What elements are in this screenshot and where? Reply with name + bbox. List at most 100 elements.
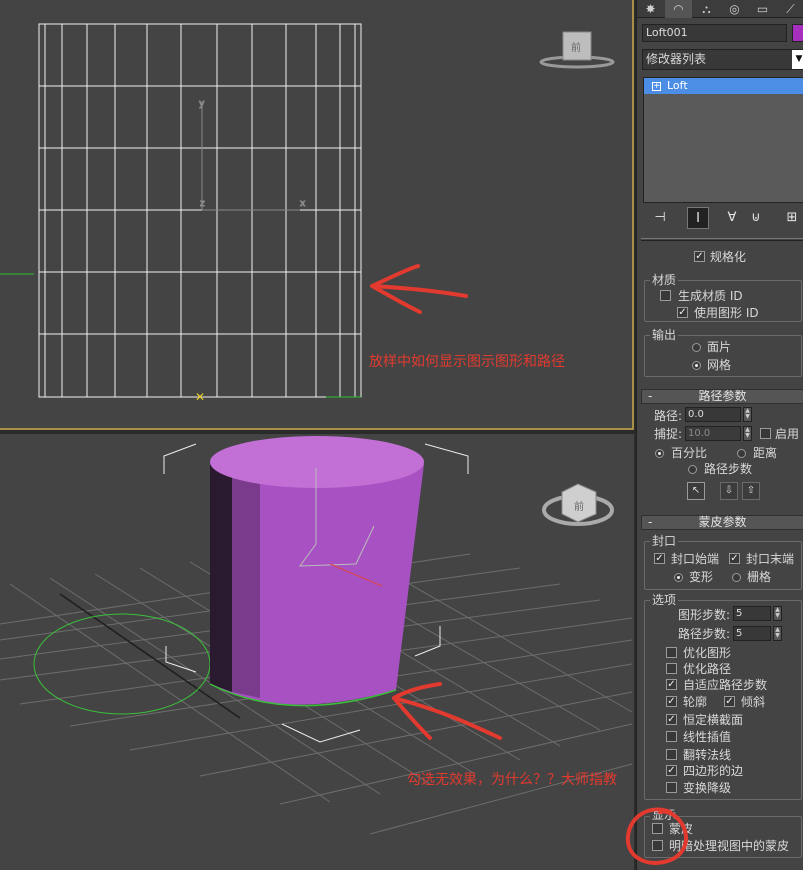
annotation-arrow-top [370, 264, 468, 314]
object-color-swatch[interactable] [792, 24, 803, 42]
output-patch-label: 面片 [707, 340, 732, 354]
distance-radio[interactable] [737, 449, 746, 458]
generate-material-id-label: 生成材质 ID [678, 289, 743, 303]
output-group-label: 输出 [650, 328, 679, 342]
stack-toolbar: ⊣ Ⅰ ∀ ⊍ ⊞ [645, 207, 803, 229]
output-patch-radio[interactable] [692, 343, 701, 352]
snap-value-field[interactable]: 10.0 [685, 426, 741, 441]
banking-label: 倾斜 [741, 695, 766, 709]
snap-spinner[interactable]: ▲ ▼ [743, 426, 752, 441]
make-unique-icon[interactable]: ∀ [721, 207, 743, 229]
skin-params-title: 蒙皮参数 [698, 515, 747, 529]
cap-end-label: 封口末端 [746, 552, 795, 566]
skin-params-rollout-header[interactable]: - 蒙皮参数 [641, 515, 803, 530]
viewcube-label-persp: 前 [574, 500, 584, 513]
skin-path-steps-spinner[interactable]: ▲ ▼ [773, 626, 782, 641]
utilities-tab-icon[interactable]: ⟋ [777, 0, 803, 18]
adaptive-path-steps-label: 自适应路径步数 [683, 678, 768, 692]
skin-path-steps-label: 路径步数: [678, 627, 731, 641]
path-value-field[interactable]: 0.0 [685, 407, 741, 422]
snap-label: 捕捉: [654, 427, 683, 441]
create-tab-icon[interactable]: ✸ [637, 0, 664, 18]
annotation-arrow-bottom [392, 682, 502, 740]
chevron-down-icon[interactable]: ▼ [792, 50, 803, 69]
grid-radio[interactable] [732, 573, 741, 582]
constant-cross-section-checkbox[interactable]: ✓ [666, 714, 677, 725]
shape-steps-field[interactable]: 5 [733, 606, 771, 621]
capping-group-label: 封口 [650, 534, 679, 548]
svg-text:y: y [199, 99, 205, 109]
path-marker: ✕ [195, 390, 205, 404]
skin-path-steps-field[interactable]: 5 [733, 626, 771, 641]
material-group-label: 材质 [650, 273, 679, 287]
modifier-list-label: 修改器列表 [646, 52, 707, 66]
cap-end-checkbox[interactable]: ✓ [729, 553, 740, 564]
output-mesh-radio[interactable] [692, 361, 701, 370]
svg-text:x: x [300, 199, 306, 209]
next-shape-icon[interactable]: ⇧ [742, 482, 760, 500]
adaptive-path-steps-checkbox[interactable]: ✓ [666, 679, 677, 690]
transform-degrade-label: 变换降级 [683, 781, 732, 795]
display-tab-icon[interactable]: ▭ [749, 0, 776, 18]
optimize-path-checkbox[interactable] [666, 663, 677, 674]
path-label: 路径: [654, 409, 683, 423]
normalize-checkbox[interactable]: ✓ [694, 251, 705, 262]
path-params-title: 路径参数 [698, 389, 747, 403]
modifier-stack[interactable]: + Loft [643, 77, 803, 203]
object-name-field[interactable]: Loft001 [642, 24, 787, 42]
optimize-shapes-checkbox[interactable] [666, 647, 677, 658]
path-spinner[interactable]: ▲ ▼ [743, 407, 752, 422]
normalize-label: 规格化 [710, 250, 747, 264]
flip-normals-checkbox[interactable] [666, 749, 677, 760]
modify-tab-icon[interactable]: ◠ [665, 0, 692, 18]
path-steps-radio[interactable] [688, 465, 697, 474]
command-panel: ✸ ◠ ⛬ ◎ ▭ ⟋ Loft001 修改器列表 ▼ + Loft ⊣ Ⅰ ∀ … [636, 0, 803, 870]
motion-tab-icon[interactable]: ◎ [721, 0, 748, 18]
transform-degrade-checkbox[interactable] [666, 782, 677, 793]
banking-checkbox[interactable]: ✓ [724, 696, 735, 707]
hierarchy-tab-icon[interactable]: ⛬ [693, 0, 720, 18]
shape-steps-label: 图形步数: [678, 608, 731, 622]
optimize-path-label: 优化路径 [683, 662, 732, 676]
output-mesh-label: 网格 [707, 358, 732, 372]
pin-stack-icon[interactable]: ⊣ [649, 207, 671, 229]
expand-icon[interactable]: + [652, 81, 661, 91]
optimize-shapes-label: 优化图形 [683, 646, 732, 660]
percent-radio[interactable] [655, 449, 664, 458]
contour-checkbox[interactable]: ✓ [666, 696, 677, 707]
annotation-text-top: 放样中如何显示图示图形和路径 [369, 354, 565, 370]
linear-interpolation-checkbox[interactable] [666, 731, 677, 742]
morph-radio[interactable] [674, 573, 683, 582]
shape-steps-spinner[interactable]: ▲ ▼ [773, 606, 782, 621]
perspective-viewport[interactable]: 前 勾选无效果，为什么？？大师指教 [0, 434, 634, 870]
path-steps-label: 路径步数 [704, 462, 753, 476]
use-shape-id-checkbox[interactable]: ✓ [677, 307, 688, 318]
generate-material-id-checkbox[interactable] [660, 290, 671, 301]
distance-label: 距离 [753, 446, 778, 460]
loft-cylinder [209, 436, 424, 707]
snap-enable-checkbox[interactable] [760, 428, 771, 439]
quad-sides-checkbox[interactable]: ✓ [666, 765, 677, 776]
configure-sets-icon[interactable]: ⊞ [781, 207, 803, 229]
snap-enable-label: 启用 [775, 427, 800, 441]
modifier-list-dropdown[interactable]: 修改器列表 ▼ [642, 49, 803, 70]
show-end-result-icon[interactable]: Ⅰ [687, 207, 709, 229]
cap-start-label: 封口始端 [671, 552, 720, 566]
previous-shape-icon[interactable]: ⇩ [720, 482, 738, 500]
path-params-rollout-header[interactable]: - 路径参数 [641, 389, 803, 404]
front-viewport[interactable]: y x z ✕ 前 放样中如何显示图示图形和路径 [0, 0, 634, 430]
pick-shape-icon[interactable]: ↖ [687, 482, 705, 500]
stack-item-loft[interactable]: + Loft [644, 78, 803, 94]
cap-start-checkbox[interactable]: ✓ [654, 553, 665, 564]
perspective-viewport-canvas[interactable]: 前 [0, 434, 634, 870]
stack-item-label: Loft [667, 79, 688, 92]
use-shape-id-label: 使用图形 ID [694, 306, 759, 320]
morph-label: 变形 [689, 570, 714, 584]
remove-modifier-icon[interactable]: ⊍ [745, 207, 767, 229]
loft-wireframe [38, 23, 362, 398]
collapse-icon[interactable]: - [648, 390, 652, 403]
quad-sides-label: 四边形的边 [683, 764, 744, 778]
annotation-text-bottom: 勾选无效果，为什么？？大师指教 [407, 772, 617, 788]
options-group-label: 选项 [650, 593, 679, 607]
collapse-icon[interactable]: - [648, 516, 652, 529]
